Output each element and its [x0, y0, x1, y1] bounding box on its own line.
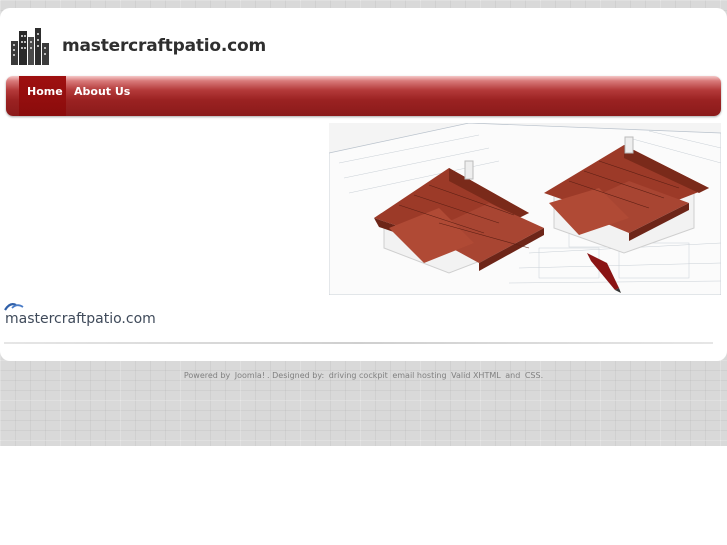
- designer-link[interactable]: driving cockpit: [329, 371, 388, 380]
- header: mastercraftpatio.com: [10, 23, 266, 69]
- footer-site-name: mastercraftpatio.com: [5, 311, 156, 327]
- divider: [4, 342, 713, 344]
- site-title[interactable]: mastercraftpatio.com: [62, 36, 266, 56]
- xhtml-link[interactable]: Valid XHTML: [451, 371, 501, 380]
- footer-credits: Powered by Joomla!. Designed by: driving…: [0, 371, 727, 380]
- joomla-link[interactable]: Joomla!: [235, 371, 265, 380]
- city-buildings-icon: [11, 28, 49, 65]
- powered-by-label: Powered by: [183, 371, 231, 380]
- and-label: and: [505, 371, 521, 380]
- content-card: mastercraftpatio.com Home About Us maste…: [0, 8, 727, 361]
- nav-item-about-us[interactable]: About Us: [66, 76, 138, 116]
- hosting-link[interactable]: email hosting: [392, 371, 446, 380]
- designed-by-label: . Designed by:: [267, 371, 325, 380]
- house-blueprint-image: [329, 123, 721, 295]
- main-navigation: Home About Us: [6, 76, 721, 116]
- nav-item-home[interactable]: Home: [19, 76, 66, 116]
- css-link[interactable]: CSS.: [525, 371, 543, 380]
